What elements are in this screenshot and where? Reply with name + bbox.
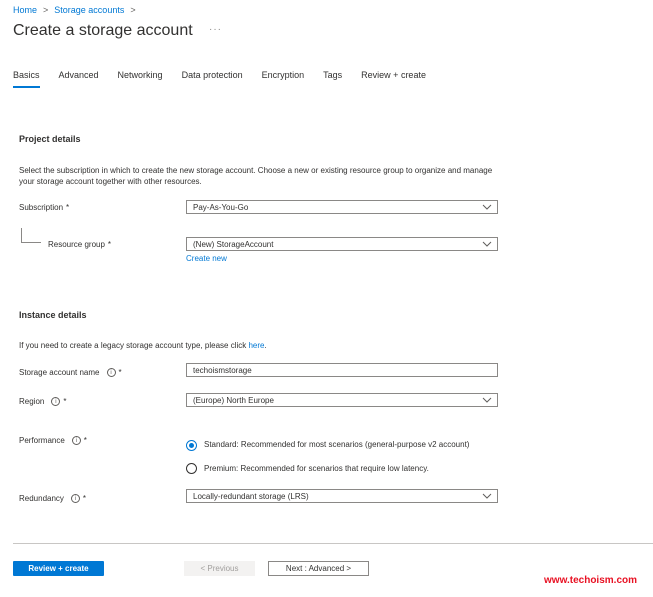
more-options-button[interactable]: ··· [209, 24, 222, 35]
resource-group-dropdown[interactable]: (New) StorageAccount [186, 237, 498, 251]
breadcrumb-storage-accounts[interactable]: Storage accounts [54, 5, 124, 15]
redundancy-label: Redundancy i * [19, 494, 86, 503]
tab-review-create[interactable]: Review + create [361, 70, 426, 88]
info-icon[interactable]: i [106, 368, 116, 377]
resource-group-label: Resource group * [48, 240, 111, 249]
required-marker: * [82, 494, 87, 503]
storage-account-name-value: techoismstorage [193, 365, 252, 375]
chevron-down-icon [482, 397, 492, 403]
resource-group-value: (New) StorageAccount [193, 239, 274, 249]
info-icon[interactable]: i [70, 494, 80, 503]
project-details-heading: Project details [19, 134, 81, 144]
tab-bar: Basics Advanced Networking Data protecti… [13, 70, 445, 88]
breadcrumb-separator: > [43, 5, 49, 15]
page-title: Create a storage account [13, 22, 193, 39]
breadcrumb: Home > Storage accounts > [13, 5, 136, 15]
performance-standard-radio[interactable] [186, 440, 197, 451]
previous-button[interactable]: < Previous [184, 561, 255, 576]
required-marker: * [63, 397, 67, 406]
redundancy-label-text: Redundancy [19, 494, 64, 503]
redundancy-dropdown[interactable]: Locally-redundant storage (LRS) [186, 489, 498, 503]
tab-data-protection[interactable]: Data protection [182, 70, 243, 88]
project-details-description: Select the subscription in which to crea… [19, 166, 493, 186]
legacy-account-here-link[interactable]: here [248, 341, 264, 350]
tab-tags[interactable]: Tags [323, 70, 342, 88]
resource-group-label-text: Resource group [48, 240, 105, 249]
storage-account-name-label-text: Storage account name [19, 368, 100, 377]
region-label: Region i * [19, 397, 66, 406]
legacy-account-text: If you need to create a legacy storage a… [19, 340, 499, 351]
subscription-label-text: Subscription [19, 203, 64, 212]
review-create-button[interactable]: Review + create [13, 561, 104, 576]
tree-connector [21, 228, 22, 242]
performance-premium-label[interactable]: Premium: Recommended for scenarios that … [204, 464, 429, 473]
footer-divider [13, 543, 653, 544]
create-new-resource-group-link[interactable]: Create new [186, 254, 227, 263]
info-icon[interactable]: i [51, 397, 61, 406]
region-dropdown[interactable]: (Europe) North Europe [186, 393, 498, 407]
tab-advanced[interactable]: Advanced [59, 70, 99, 88]
required-marker: * [107, 240, 112, 249]
performance-premium-radio[interactable] [186, 463, 197, 474]
storage-account-name-label: Storage account name i * [19, 368, 122, 377]
performance-label-text: Performance [19, 436, 65, 445]
legacy-account-period: . [264, 341, 267, 350]
required-marker: * [118, 368, 122, 377]
info-icon[interactable]: i [71, 436, 81, 445]
breadcrumb-home[interactable]: Home [13, 5, 37, 15]
storage-account-name-input[interactable]: techoismstorage [186, 363, 498, 377]
breadcrumb-separator: > [130, 5, 136, 15]
legacy-account-text-body: If you need to create a legacy storage a… [19, 341, 249, 350]
tree-connector [21, 242, 41, 243]
watermark: www.techoism.com [544, 575, 637, 586]
required-marker: * [66, 203, 70, 212]
radio-dot [189, 443, 194, 448]
tab-networking[interactable]: Networking [118, 70, 163, 88]
chevron-down-icon [482, 241, 492, 247]
tab-basics[interactable]: Basics [13, 70, 40, 88]
subscription-label: Subscription * [19, 203, 69, 212]
subscription-value: Pay-As-You-Go [193, 202, 249, 212]
performance-standard-label[interactable]: Standard: Recommended for most scenarios… [204, 440, 469, 449]
redundancy-value: Locally-redundant storage (LRS) [193, 491, 309, 501]
tab-encryption[interactable]: Encryption [262, 70, 305, 88]
instance-details-heading: Instance details [19, 310, 87, 320]
required-marker: * [83, 436, 87, 445]
next-advanced-button[interactable]: Next : Advanced > [268, 561, 369, 576]
chevron-down-icon [482, 493, 492, 499]
chevron-down-icon [482, 204, 492, 210]
region-value: (Europe) North Europe [193, 395, 274, 405]
performance-label: Performance i * [19, 436, 87, 445]
region-label-text: Region [19, 397, 45, 406]
subscription-dropdown[interactable]: Pay-As-You-Go [186, 200, 498, 214]
